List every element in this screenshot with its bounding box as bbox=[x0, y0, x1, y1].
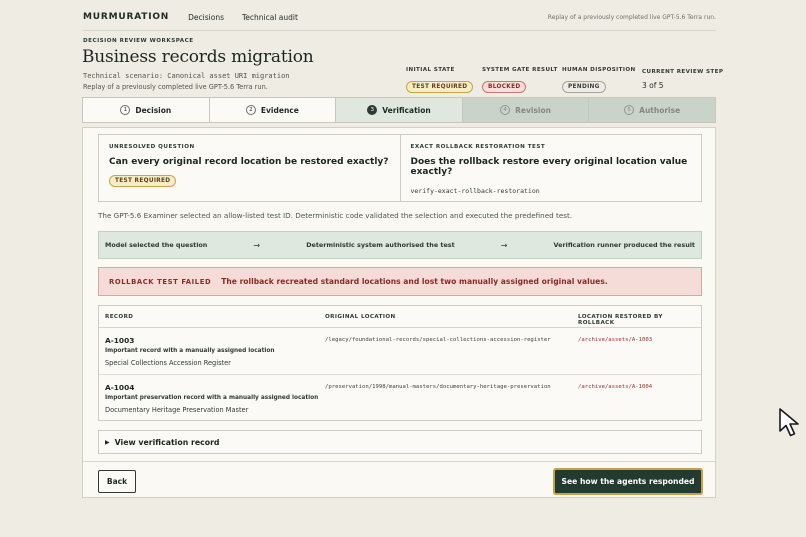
review-stepper: 1 Decision 2 Evidence 3 Verification 4 R… bbox=[82, 97, 716, 123]
stat-human-disposition: HUMAN DISPOSITION PENDING bbox=[562, 67, 636, 93]
step-number: 2 bbox=[245, 105, 256, 115]
step-evidence[interactable]: 2 Evidence bbox=[210, 98, 337, 122]
view-verification-record-toggle[interactable]: ▶ View verification record bbox=[98, 430, 702, 454]
top-divider bbox=[83, 30, 716, 31]
verification-card: UNRESOLVED QUESTION Can every original r… bbox=[82, 127, 716, 498]
back-button[interactable]: Back bbox=[98, 470, 136, 493]
details-label: View verification record bbox=[114, 437, 220, 447]
status-badge: BLOCKED bbox=[482, 81, 527, 93]
record-id: A-1003 bbox=[105, 336, 135, 345]
mouse-cursor-icon bbox=[779, 408, 799, 437]
replay-text: Replay of a previously completed live GP… bbox=[83, 83, 268, 91]
restored-location: /archive/assets/A-1004 bbox=[578, 384, 653, 390]
triangle-right-icon: ▶ bbox=[105, 438, 110, 446]
record-name: Special Collections Accession Register bbox=[105, 359, 231, 367]
records-table: RECORD ORIGINAL LOCATION LOCATION RESTOR… bbox=[98, 305, 702, 421]
record-description: Important preservation record with a man… bbox=[105, 395, 319, 401]
step-number: 4 bbox=[500, 105, 511, 115]
nav-link-technical-audit[interactable]: Technical audit bbox=[242, 13, 298, 22]
stat-value: 3 of 5 bbox=[642, 81, 664, 90]
step-label: Decision bbox=[135, 105, 172, 115]
see-agents-responded-button[interactable]: See how the agents responded bbox=[553, 468, 703, 495]
table-row: A-1004 Important preservation record wit… bbox=[99, 375, 701, 422]
alert-label: ROLLBACK TEST FAILED bbox=[109, 277, 212, 286]
restored-location: /archive/assets/A-1003 bbox=[578, 337, 653, 343]
record-id: A-1004 bbox=[105, 383, 135, 392]
column-header-record: RECORD bbox=[105, 314, 134, 320]
test-label: EXACT ROLLBACK RESTORATION TEST bbox=[410, 144, 546, 150]
record-description: Important record with a manually assigne… bbox=[105, 348, 275, 354]
card-footer-divider bbox=[83, 461, 715, 462]
flow-step-model: Model selected the question bbox=[105, 241, 208, 249]
brand-logo[interactable]: MURMURATION bbox=[83, 12, 169, 22]
page-title: Business records migration bbox=[82, 47, 314, 67]
table-row: A-1003 Important record with a manually … bbox=[99, 328, 701, 375]
step-revision: 4 Revision bbox=[462, 98, 590, 122]
workspace-label: DECISION REVIEW WORKSPACE bbox=[83, 38, 194, 44]
record-name: Documentary Heritage Preservation Master bbox=[105, 406, 249, 414]
question-panel: UNRESOLVED QUESTION Can every original r… bbox=[98, 134, 702, 202]
stat-label: HUMAN DISPOSITION bbox=[562, 67, 636, 73]
column-header-original: ORIGINAL LOCATION bbox=[325, 314, 396, 320]
step-verification[interactable]: 3 Verification bbox=[336, 98, 463, 122]
scenario-text: Technical scenario: Canonical asset URI … bbox=[83, 72, 290, 80]
process-flow: Model selected the question → Determinis… bbox=[98, 231, 702, 259]
replay-note: Replay of a previously completed live GP… bbox=[547, 13, 716, 21]
top-nav: MURMURATION Decisions Technical audit Re… bbox=[83, 10, 716, 24]
test-title: Does the rollback restore every original… bbox=[410, 157, 688, 177]
question-label: UNRESOLVED QUESTION bbox=[109, 144, 195, 150]
stat-label: INITIAL STATE bbox=[406, 67, 455, 73]
rollback-test: EXACT ROLLBACK RESTORATION TEST Does the… bbox=[401, 135, 702, 201]
stat-initial-state: INITIAL STATE TEST REQUIRED bbox=[406, 67, 474, 93]
original-location: /legacy/foundational-records/special-col… bbox=[325, 337, 551, 343]
status-badge: PENDING bbox=[562, 81, 606, 93]
status-badge: TEST REQUIRED bbox=[406, 81, 474, 93]
step-label: Evidence bbox=[260, 105, 299, 115]
arrow-right-icon: → bbox=[500, 240, 508, 250]
examiner-note: The GPT-5.6 Examiner selected an allow-l… bbox=[98, 211, 573, 220]
step-label: Revision bbox=[515, 105, 551, 115]
status-badge: TEST REQUIRED bbox=[109, 175, 177, 187]
original-location: /preservation/1998/manual-masters/docume… bbox=[325, 384, 551, 390]
flow-step-runner: Verification runner produced the result bbox=[553, 241, 695, 249]
step-number: 3 bbox=[367, 105, 378, 115]
step-decision[interactable]: 1 Decision bbox=[83, 98, 210, 122]
stat-label: CURRENT REVIEW STEP bbox=[642, 69, 724, 75]
table-header: RECORD ORIGINAL LOCATION LOCATION RESTOR… bbox=[99, 306, 701, 328]
step-label: Authorise bbox=[639, 105, 681, 115]
flow-step-system: Deterministic system authorised the test bbox=[306, 241, 455, 249]
step-number: 1 bbox=[120, 105, 131, 115]
stat-label: SYSTEM GATE RESULT bbox=[482, 67, 558, 73]
question-title: Can every original record location be re… bbox=[109, 157, 389, 167]
step-label: Verification bbox=[382, 105, 431, 115]
alert-message: The rollback recreated standard location… bbox=[221, 277, 608, 286]
arrow-right-icon: → bbox=[253, 240, 261, 250]
nav-link-decisions[interactable]: Decisions bbox=[188, 13, 224, 22]
column-header-restored: LOCATION RESTORED BY ROLLBACK bbox=[578, 314, 663, 326]
unresolved-question: UNRESOLVED QUESTION Can every original r… bbox=[99, 135, 401, 201]
test-id: verify-exact-rollback-restoration bbox=[410, 187, 540, 195]
stat-review-step: CURRENT REVIEW STEP 3 of 5 bbox=[642, 69, 723, 90]
step-number: 5 bbox=[624, 105, 635, 115]
step-authorise: 5 Authorise bbox=[589, 98, 715, 122]
test-failed-alert: ROLLBACK TEST FAILED The rollback recrea… bbox=[98, 267, 702, 296]
stat-system-gate: SYSTEM GATE RESULT BLOCKED bbox=[482, 67, 558, 93]
